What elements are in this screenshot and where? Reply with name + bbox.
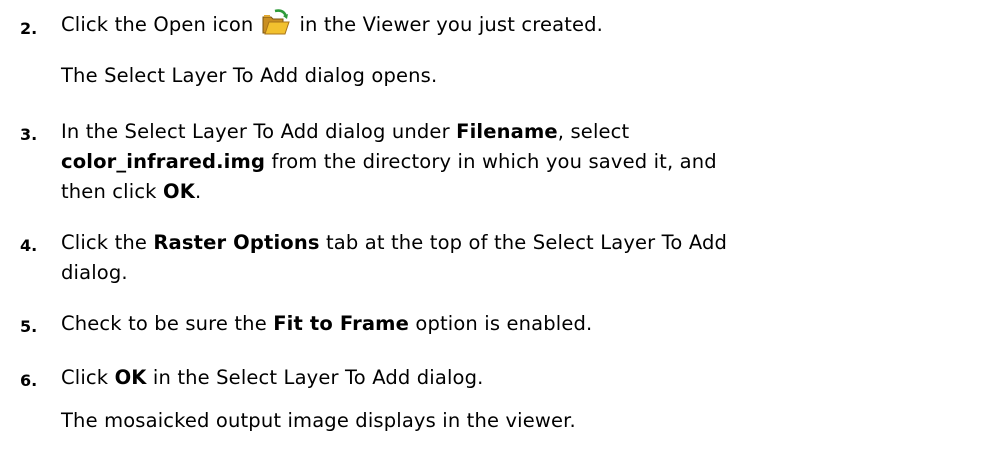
step-line: Check to be sure the Fit to Frame option… — [61, 309, 961, 339]
instruction-document: 2. Click the Open icon in the Viewer you… — [0, 0, 982, 473]
step-body: Click OK in the Select Layer To Add dial… — [61, 363, 961, 436]
ui-term-filename: Filename — [456, 120, 558, 143]
step-number: 6. — [20, 371, 38, 390]
step-line: Click OK in the Select Layer To Add dial… — [61, 363, 961, 393]
step-text: tab at the top of the Select Layer To Ad… — [319, 231, 728, 254]
file-name: color_infrared.img — [61, 150, 266, 173]
step-text: Click the — [61, 231, 154, 254]
step-text: then click — [61, 180, 163, 203]
step-text: In the Select Layer To Add dialog under — [61, 120, 457, 143]
step-text: . — [194, 180, 202, 203]
step-body: Click the Raster Options tab at the top … — [61, 228, 961, 288]
ui-term-raster-options: Raster Options — [153, 231, 320, 254]
step-text: Check to be sure the — [61, 312, 274, 335]
step-text: in the Select Layer To Add dialog. — [146, 366, 484, 389]
step-text: Click the Open icon — [61, 13, 254, 36]
step-instruction: Click the Open icon in the Viewer you ju… — [61, 7, 961, 41]
step-line: dialog. — [61, 261, 128, 284]
step-number: 2. — [20, 19, 38, 38]
step-number: 3. — [20, 125, 38, 144]
step-text: option is enabled. — [409, 312, 593, 335]
ui-term-fit-to-frame: Fit to Frame — [273, 312, 410, 335]
open-folder-icon — [259, 7, 292, 39]
step-line: In the Select Layer To Add dialog under … — [61, 117, 961, 147]
step-number: 5. — [20, 317, 38, 336]
step-line: Click the Raster Options tab at the top … — [61, 228, 961, 258]
ui-term-ok: OK — [114, 366, 147, 389]
step-body: In the Select Layer To Add dialog under … — [61, 117, 961, 207]
step-result: The Select Layer To Add dialog opens. — [61, 64, 438, 87]
step-text: from the directory in which you saved it… — [265, 150, 717, 173]
step-text: Click — [61, 366, 115, 389]
step-line: then click OK. — [61, 177, 961, 207]
step-result: The mosaicked output image displays in t… — [61, 409, 576, 432]
step-body: Click the Open icon in the Viewer you ju… — [61, 7, 961, 91]
step-number: 4. — [20, 236, 38, 255]
step-body: Check to be sure the Fit to Frame option… — [61, 309, 961, 339]
ui-term-ok: OK — [162, 180, 195, 203]
step-line: color_infrared.img from the directory in… — [61, 147, 961, 177]
step-text: , select — [557, 120, 630, 143]
step-text: in the Viewer you just created. — [299, 13, 604, 36]
